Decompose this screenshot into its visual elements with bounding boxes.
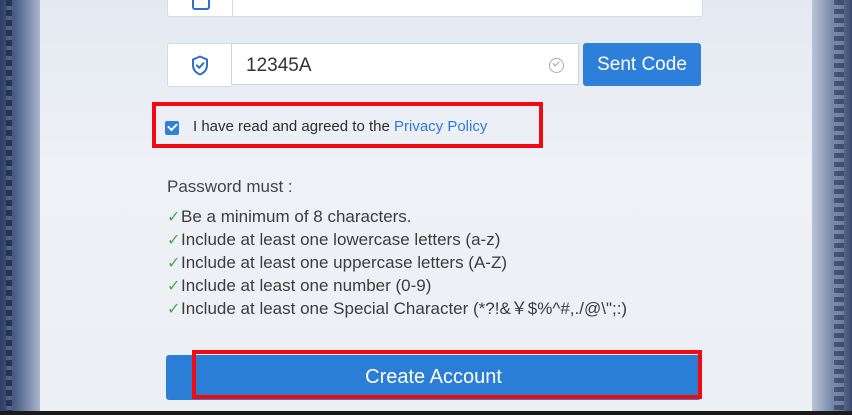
password-rule: ✓Include at least one number (0-9) bbox=[167, 274, 627, 297]
privacy-policy-link[interactable]: Privacy Policy bbox=[394, 118, 487, 135]
previous-input-field[interactable] bbox=[167, 0, 703, 17]
check-icon: ✓ bbox=[167, 301, 181, 318]
rule-text: Be a minimum of 8 characters. bbox=[181, 207, 412, 226]
privacy-agree-checkbox[interactable] bbox=[165, 121, 179, 135]
password-rule: ✓Include at least one uppercase letters … bbox=[167, 251, 627, 274]
password-rule: ✓Include at least one lowercase letters … bbox=[167, 228, 627, 251]
sent-code-button[interactable]: Sent Code bbox=[583, 43, 701, 86]
shield-icon-box bbox=[167, 43, 232, 87]
verification-code-value: 12345A bbox=[246, 55, 312, 76]
verification-code-input[interactable]: 12345A bbox=[231, 43, 579, 85]
rule-text: Include at least one lowercase letters (… bbox=[181, 230, 501, 249]
background-left bbox=[0, 0, 40, 415]
check-icon: ✓ bbox=[167, 278, 181, 295]
rule-text: Include at least one uppercase letters (… bbox=[181, 253, 507, 272]
password-rule: ✓Be a minimum of 8 characters. bbox=[167, 205, 627, 228]
shield-check-icon bbox=[192, 55, 208, 75]
bottom-border bbox=[0, 411, 852, 415]
background-right bbox=[812, 0, 852, 415]
rule-text: Include at least one number (0-9) bbox=[181, 276, 432, 295]
previous-field-icon-box bbox=[168, 0, 233, 16]
check-icon: ✓ bbox=[167, 209, 181, 226]
check-icon: ✓ bbox=[167, 255, 181, 272]
password-rules-title: Password must : bbox=[167, 177, 293, 196]
rule-text: Include at least one Special Character (… bbox=[181, 299, 628, 318]
field-icon bbox=[192, 0, 210, 10]
check-icon: ✓ bbox=[167, 232, 181, 249]
verification-code-row: 12345A Sent Code bbox=[167, 43, 701, 87]
bottom-link-partial[interactable] bbox=[628, 404, 688, 415]
agree-text: I have read and agreed to the bbox=[193, 118, 394, 135]
password-rule: ✓Include at least one Special Character … bbox=[167, 297, 627, 320]
agree-label: I have read and agreed to the Privacy Po… bbox=[193, 118, 487, 135]
password-rules-list: ✓Be a minimum of 8 characters. ✓Include … bbox=[167, 205, 627, 320]
create-account-highlight-box bbox=[192, 350, 702, 399]
check-circle-icon bbox=[549, 58, 564, 73]
